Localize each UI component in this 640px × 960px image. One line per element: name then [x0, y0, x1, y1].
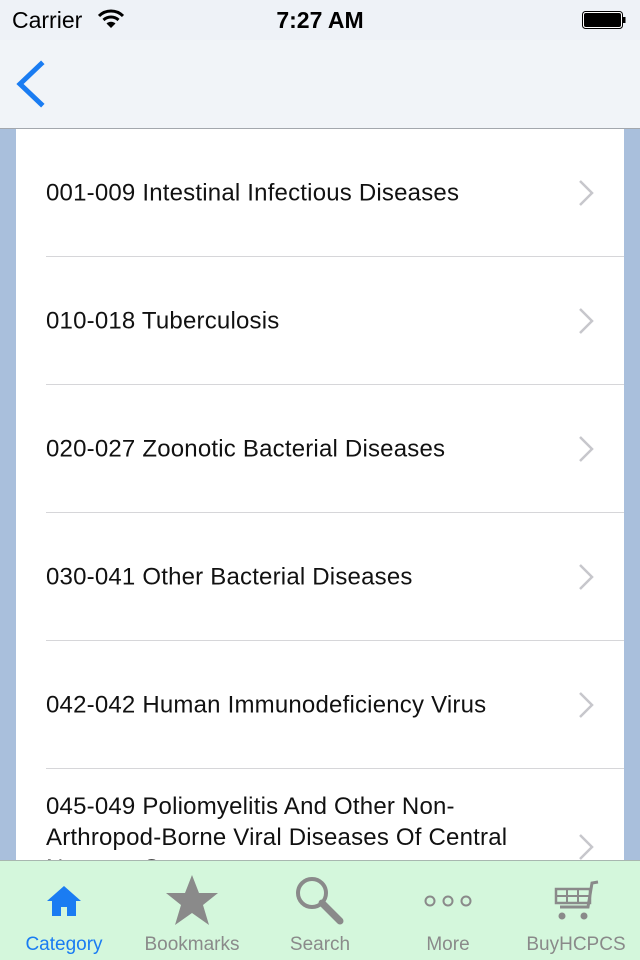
- list-item-label: 020-027 Zoonotic Bacterial Diseases: [46, 435, 446, 462]
- list-item[interactable]: 030-041 Other Bacterial Diseases: [46, 513, 624, 641]
- tab-category[interactable]: Category: [0, 861, 128, 960]
- home-icon: [47, 886, 81, 916]
- chevron-right-icon: [579, 307, 594, 334]
- list-item[interactable]: 001-009 Intestinal Infectious Diseases: [46, 129, 624, 257]
- cart-icon: [554, 880, 599, 920]
- tab-more[interactable]: More: [384, 861, 512, 960]
- list-item-label: 045-049 Poliomyelitis And Other Non-Arth…: [46, 793, 508, 861]
- search-icon: [296, 877, 344, 925]
- list-item-label: 042-042 Human Immunodeficiency Virus: [46, 691, 487, 718]
- tab-label: Bookmarks: [144, 934, 240, 955]
- chevron-right-icon: [579, 435, 594, 462]
- back-button[interactable]: [12, 60, 52, 110]
- battery-icon: [582, 11, 626, 29]
- list-item[interactable]: 010-018 Tuberculosis: [46, 257, 624, 385]
- tab-search[interactable]: Search: [256, 861, 384, 960]
- tab-bar: Category Bookmarks Search More BuyHCPCS: [0, 860, 640, 960]
- chevron-left-icon: [16, 60, 45, 108]
- chevron-right-icon: [579, 691, 594, 718]
- tab-label: BuyHCPCS: [526, 934, 626, 955]
- list-item-label: 010-018 Tuberculosis: [46, 307, 280, 334]
- more-icon: [424, 895, 472, 907]
- chevron-right-icon: [579, 179, 594, 206]
- list-item[interactable]: 020-027 Zoonotic Bacterial Diseases: [46, 385, 624, 513]
- tab-label: More: [426, 934, 470, 955]
- tab-buyhcpcs[interactable]: BuyHCPCS: [512, 861, 640, 960]
- list-item[interactable]: 042-042 Human Immunodeficiency Virus: [46, 641, 624, 769]
- tab-label: Search: [289, 934, 351, 955]
- star-icon: [166, 875, 218, 925]
- tab-bookmarks[interactable]: Bookmarks: [128, 861, 256, 960]
- list-item-label: 001-009 Intestinal Infectious Diseases: [46, 179, 460, 206]
- status-bar: Carrier 7:27 AM: [0, 0, 640, 40]
- navigation-bar: [0, 40, 640, 129]
- list-item[interactable]: 045-049 Poliomyelitis And Other Non-Arth…: [46, 769, 624, 861]
- list-item-label: 030-041 Other Bacterial Diseases: [46, 563, 413, 590]
- category-list[interactable]: 001-009 Intestinal Infectious Diseases 0…: [16, 129, 624, 861]
- chevron-right-icon: [579, 834, 594, 860]
- chevron-right-icon: [579, 563, 594, 590]
- status-time: 7:27 AM: [276, 7, 364, 33]
